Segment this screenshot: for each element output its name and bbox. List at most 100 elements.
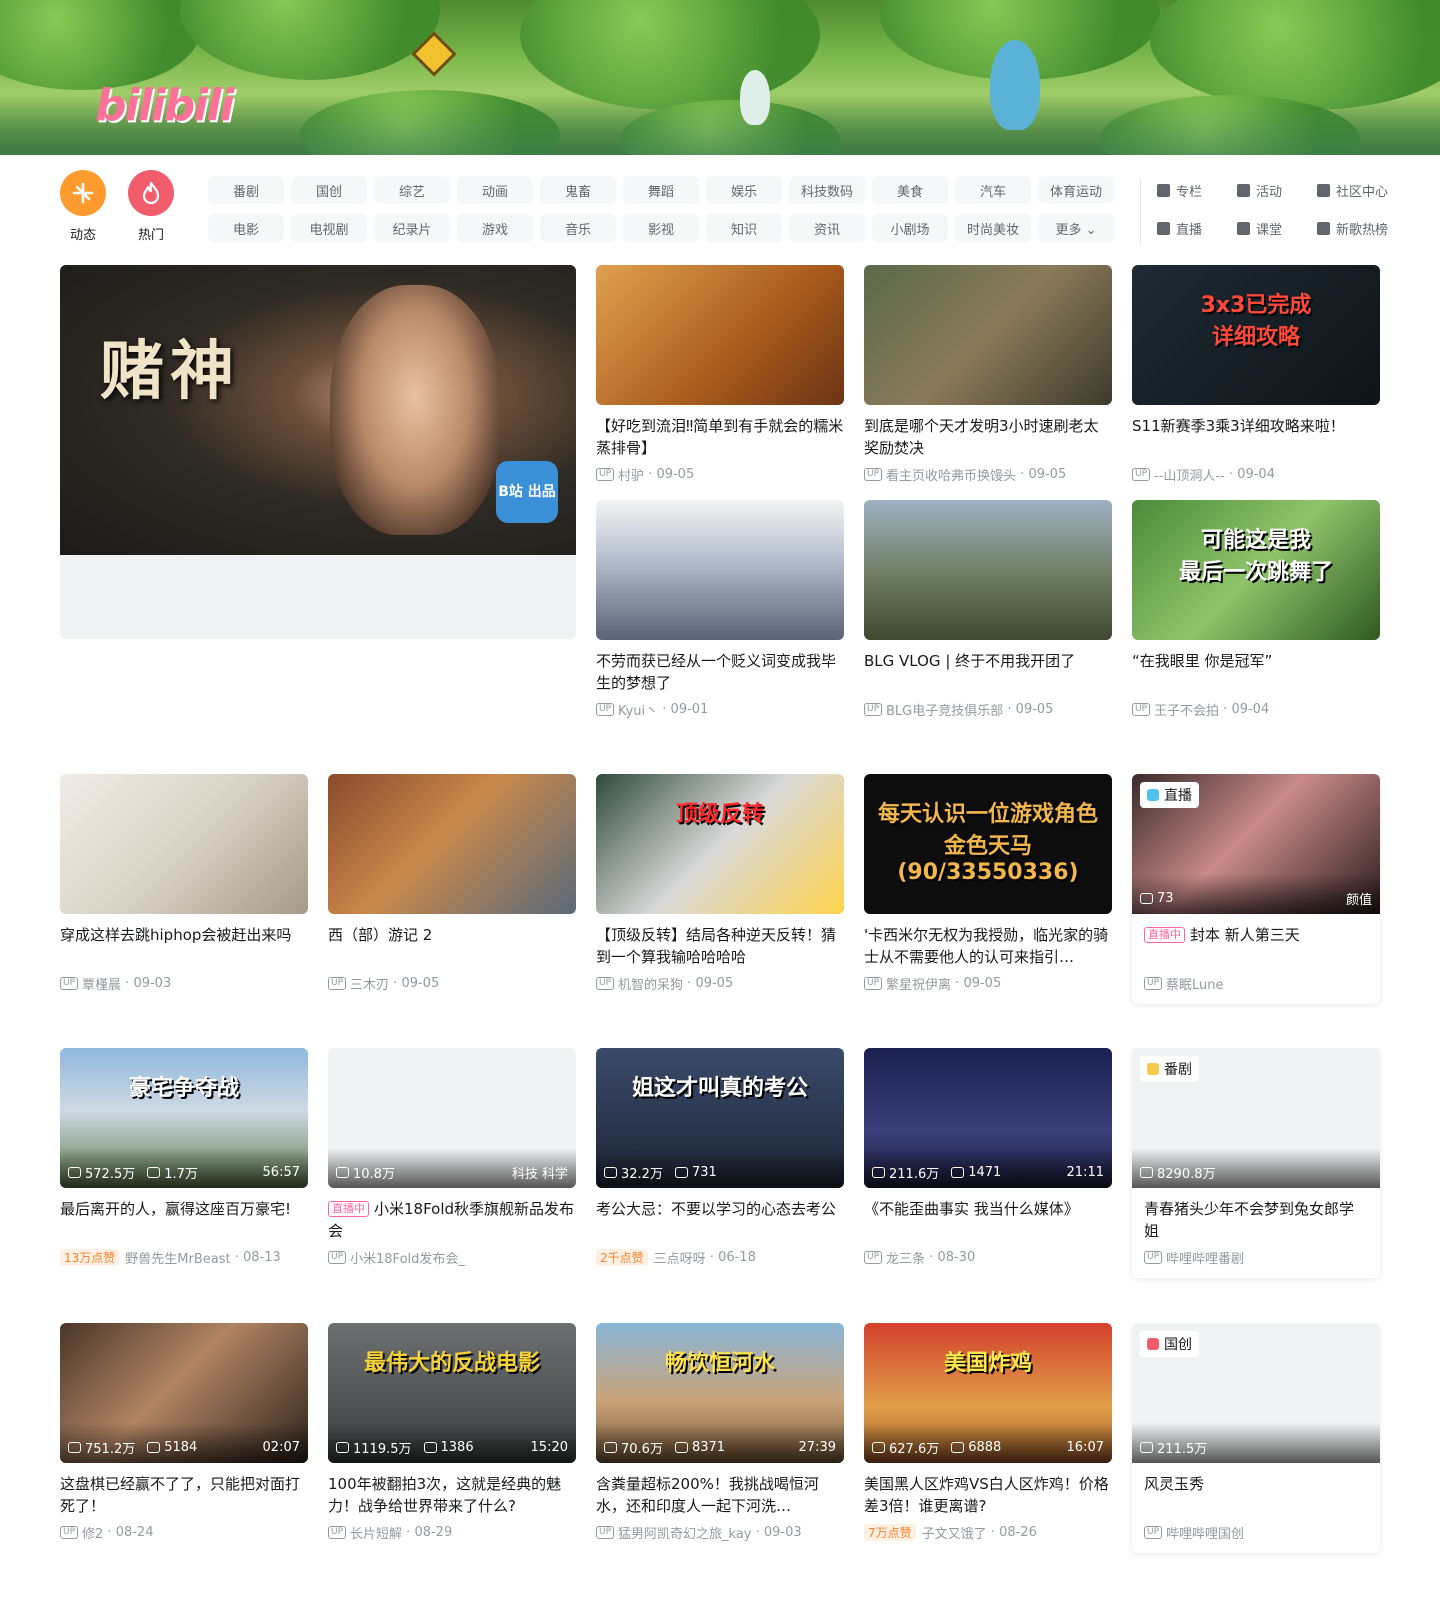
uploader-name[interactable]: 龙三条 [886, 1248, 925, 1267]
video-title[interactable]: 美国黑人区炸鸡VS白人区炸鸡！价格差3倍！谁更离谱? [864, 1473, 1112, 1517]
category-item[interactable]: 游戏 [457, 214, 533, 242]
category-item[interactable]: 影视 [623, 214, 699, 242]
video-title[interactable]: “在我眼里 你是冠军” [1132, 650, 1380, 694]
uploader-name[interactable]: 王子不会拍 [1154, 700, 1219, 719]
special-channel-card[interactable]: 73 颜值 直播 直播中 封本 新人第三天 UP 蔡眠Lune [1132, 774, 1380, 1004]
featured-carousel[interactable]: 赌神 B站 出品 [60, 265, 576, 639]
video-title[interactable]: 《不能歪曲事实 我当什么媒体》 [864, 1198, 1112, 1242]
category-item[interactable]: 小剧场 [872, 214, 948, 242]
category-item[interactable]: 电影 [208, 214, 284, 242]
video-title-text: 青春猪头少年不会梦到兔女郎学姐 [1144, 1200, 1355, 1240]
uploader-name[interactable]: 覃槿晨 [82, 974, 121, 993]
category-item[interactable]: 国创 [291, 176, 367, 204]
video-title[interactable]: 不劳而获已经从一个贬义词变成我毕生的梦想了 [596, 650, 844, 694]
side-link-music-chart[interactable]: 新歌热榜 [1317, 214, 1389, 242]
video-thumbnail [60, 774, 308, 914]
video-title[interactable]: 【好吃到流泪‼简单到有手就会的糯米蒸排骨】 [596, 415, 844, 459]
category-item[interactable]: 电视剧 [291, 214, 367, 242]
category-item[interactable]: 娱乐 [706, 176, 782, 204]
video-title[interactable]: 青春猪头少年不会梦到兔女郎学姐 [1144, 1198, 1368, 1242]
video-card[interactable]: 到底是哪个天才发明3小时速刷老太奖励焚决 UP 看主页收哈弗币换馒头 · 09-05 [864, 265, 1112, 484]
video-card[interactable]: 顶级反转 【顶级反转】结局各种逆天反转！猜到一个算我输哈哈哈哈 UP 机智的呆狗 · … [596, 774, 844, 993]
category-item[interactable]: 综艺 [374, 176, 450, 204]
video-card[interactable]: 211.6万 1471 21:11 《不能歪曲事实 我当什么媒体》 UP 龙三条 · 08… [864, 1048, 1112, 1267]
video-card[interactable]: 751.2万 5184 02:07 这盘棋已经赢不了了，只能把对面打死了！ UP 修2 ·… [60, 1323, 308, 1542]
side-link-column[interactable]: 专栏 [1157, 176, 1229, 204]
side-link-community[interactable]: 社区中心 [1317, 176, 1389, 204]
category-item[interactable]: 音乐 [540, 214, 616, 242]
special-channel-card[interactable]: 8290.8万 番剧 青春猪头少年不会梦到兔女郎学姐 UP 哔哩哔哩番剧 [1132, 1048, 1380, 1278]
play-icon [1140, 1167, 1153, 1178]
uploader-name[interactable]: 看主页收哈弗币换馒头 [886, 465, 1016, 484]
uploader-name[interactable]: 野兽先生MrBeast [125, 1248, 230, 1267]
side-link-live[interactable]: 直播 [1157, 214, 1229, 242]
video-title[interactable]: 【顶级反转】结局各种逆天反转！猜到一个算我输哈哈哈哈 [596, 924, 844, 968]
uploader-name[interactable]: 蔡眠Lune [1166, 974, 1224, 993]
side-link-classroom[interactable]: 课堂 [1237, 214, 1309, 242]
hot-button[interactable]: 热门 [128, 170, 174, 243]
uploader-name[interactable]: 哔哩哔哩番剧 [1166, 1248, 1244, 1267]
video-card[interactable]: 10.8万 科技 科学 直播中 小米18Fold秋季旗舰新品发布会 UP 小米18Fold… [328, 1048, 576, 1267]
video-card[interactable]: 每天认识一位游戏角色 金色天马 (90/33550336) '卡西米尔无权为我授勋… [864, 774, 1112, 993]
special-channel-card[interactable]: 211.5万 国创 风灵玉秀 UP 哔哩哔哩国创 [1132, 1323, 1380, 1553]
video-title[interactable]: S11新赛季3乘3详细攻略来啦！ [1132, 415, 1380, 459]
video-title[interactable]: '卡西米尔无权为我授勋，临光家的骑士从不需要他人的认可来指引… [864, 924, 1112, 968]
video-card[interactable]: BLG VLOG | 终于不用我开团了 UP BLG电子竞技俱乐部 · 09-05 [864, 500, 1112, 719]
video-title[interactable]: 含粪量超标200%！我挑战喝恒河水，还和印度人一起下河洗… [596, 1473, 844, 1517]
uploader-name[interactable]: 哔哩哔哩国创 [1166, 1523, 1244, 1542]
video-title[interactable]: 最后离开的人，赢得这座百万豪宅! [60, 1198, 308, 1242]
view-count: 211.6万 [872, 1163, 939, 1182]
video-card[interactable]: 最伟大的反战电影 1119.5万 1386 15:20 100年被翻拍3次，这就是经典的… [328, 1323, 576, 1542]
video-title[interactable]: BLG VLOG | 终于不用我开团了 [864, 650, 1112, 694]
video-card[interactable]: 美国炸鸡 627.6万 6888 16:07 美国黑人区炸鸡VS白人区炸鸡！价格差3倍！… [864, 1323, 1112, 1542]
video-title[interactable]: 风灵玉秀 [1144, 1473, 1368, 1517]
uploader-name[interactable]: 三点呀呀 [654, 1248, 706, 1267]
uploader-name[interactable]: 机智的呆狗 [618, 974, 683, 993]
dynamic-button[interactable]: 动态 [60, 170, 106, 243]
uploader-name[interactable]: 修2 [82, 1523, 103, 1542]
video-card[interactable]: 豪宅争夺战 572.5万 1.7万 56:57 最后离开的人，赢得这座百万豪宅! 13万点… [60, 1048, 308, 1267]
uploader-name[interactable]: 村驴 [618, 465, 644, 484]
category-item[interactable]: 科技数码 [789, 176, 865, 204]
video-title[interactable]: 这盘棋已经赢不了了，只能把对面打死了！ [60, 1473, 308, 1517]
video-card[interactable]: 可能这是我 最后一次跳舞了 “在我眼里 你是冠军” UP 王子不会拍 · 09-04 [1132, 500, 1380, 719]
uploader-name[interactable]: --山顶洞人-- [1154, 465, 1225, 484]
category-item[interactable]: 资讯 [789, 214, 865, 242]
video-card[interactable]: 西（部）游记 2 UP 三木刃 · 09-05 [328, 774, 576, 993]
category-item[interactable]: 舞蹈 [623, 176, 699, 204]
video-title[interactable]: 穿成这样去跳hiphop会被赶出来吗 [60, 924, 308, 968]
video-card[interactable]: 穿成这样去跳hiphop会被赶出来吗 UP 覃槿晨 · 09-03 [60, 774, 308, 993]
uploader-name[interactable]: 小米18Fold发布会_ [350, 1248, 465, 1267]
category-item[interactable]: 知识 [706, 214, 782, 242]
uploader-icon: UP [864, 977, 883, 990]
video-title[interactable]: 考公大忌：不要以学习的心态去考公 [596, 1198, 844, 1242]
video-card[interactable]: 畅饮恒河水 70.6万 8371 27:39 含粪量超标200%！我挑战喝恒河水，还和印… [596, 1323, 844, 1542]
uploader-name[interactable]: 子文又饿了 [922, 1523, 987, 1542]
video-title[interactable]: 西（部）游记 2 [328, 924, 576, 968]
video-title[interactable]: 到底是哪个天才发明3小时速刷老太奖励焚决 [864, 415, 1112, 459]
video-card[interactable]: 3x3已完成 详细攻略 S11新赛季3乘3详细攻略来啦！ UP --山顶洞人-- · … [1132, 265, 1380, 484]
uploader-name[interactable]: 繁星祝伊离 [886, 974, 951, 993]
category-item[interactable]: 番剧 [208, 176, 284, 204]
video-title[interactable]: 直播中 小米18Fold秋季旗舰新品发布会 [328, 1198, 576, 1242]
uploader-name[interactable]: Kyui丶 [618, 700, 658, 719]
category-item[interactable]: 鬼畜 [540, 176, 616, 204]
uploader-name[interactable]: 猛男阿凯奇幻之旅_kay [618, 1523, 751, 1542]
video-card[interactable]: 不劳而获已经从一个贬义词变成我毕生的梦想了 UP Kyui丶 · 09-01 [596, 500, 844, 719]
uploader-name[interactable]: 长片短解 [350, 1523, 402, 1542]
category-item[interactable]: 美食 [872, 176, 948, 204]
category-item[interactable]: 时尚美妆 [955, 214, 1031, 242]
video-title[interactable]: 100年被翻拍3次，这就是经典的魅力！战争给世界带来了什么? [328, 1473, 576, 1517]
more-categories-button[interactable]: 更多 ⌄ [1038, 214, 1114, 242]
category-item[interactable]: 体育运动 [1038, 176, 1114, 204]
video-card[interactable]: 姐这才叫真的考公 32.2万 731 考公大忌：不要以学习的心态去考公 2千点赞 三点呀呀… [596, 1048, 844, 1267]
bilibili-logo[interactable]: bilibili [95, 80, 234, 131]
uploader-name[interactable]: BLG电子竞技俱乐部 [886, 700, 1003, 719]
category-item[interactable]: 汽车 [955, 176, 1031, 204]
video-title[interactable]: 直播中 封本 新人第三天 [1144, 924, 1368, 968]
side-link-activity[interactable]: 活动 [1237, 176, 1309, 204]
video-card[interactable]: 【好吃到流泪‼简单到有手就会的糯米蒸排骨】 UP 村驴 · 09-05 [596, 265, 844, 484]
category-item[interactable]: 动画 [457, 176, 533, 204]
category-item[interactable]: 纪录片 [374, 214, 450, 242]
uploader-name[interactable]: 三木刃 [350, 974, 389, 993]
